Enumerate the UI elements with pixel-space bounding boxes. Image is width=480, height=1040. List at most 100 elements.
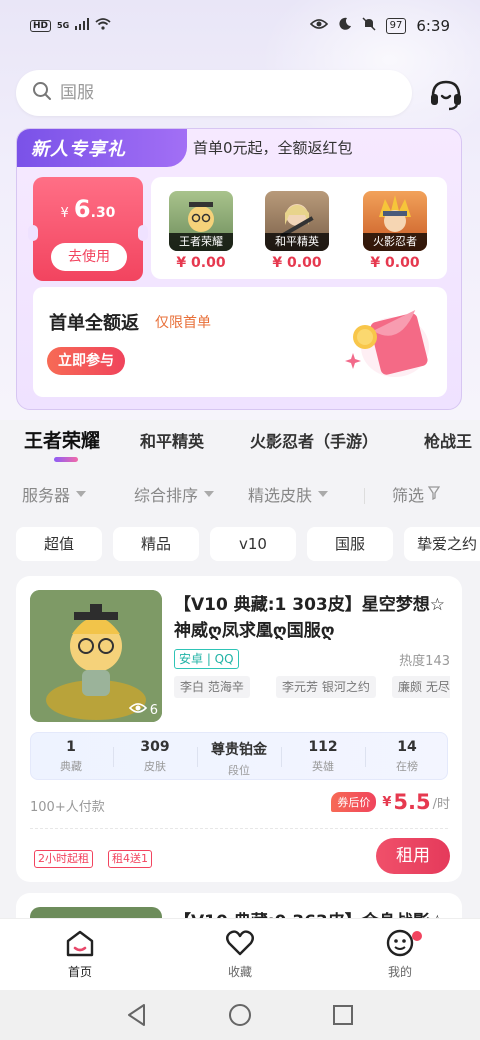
filter-divider (364, 488, 365, 504)
tab-hpjy[interactable]: 和平精英 (140, 428, 204, 452)
game-avatar: 王者荣耀 (169, 191, 233, 251)
nav-home[interactable]: 首页 (40, 929, 120, 980)
recents-icon[interactable] (332, 1004, 354, 1030)
account-listing-card[interactable]: 6 【V10 典藏:1 303皮】星空梦想☆神威ღ凤求凰ღ国服ღ 安卓 | QQ… (16, 576, 462, 882)
game-price: ¥ 0.00 (272, 255, 322, 271)
skin-filter[interactable]: 精选皮肤 (248, 482, 329, 506)
server-filter[interactable]: 服务器 (22, 482, 87, 506)
game-avatar: 火影忍者 (363, 191, 427, 251)
eye-icon (309, 18, 328, 34)
chevron-down-icon (76, 491, 87, 497)
heat-value: 热度143 (399, 654, 450, 669)
price-currency: ¥ (382, 794, 392, 810)
customer-service-button[interactable] (426, 74, 466, 114)
game-tile-wzry[interactable]: 王者荣耀 ¥ 0.00 (169, 191, 233, 271)
hd-indicator: HD (30, 19, 52, 32)
skin-tag: 廉颇 无尽征 (392, 676, 450, 698)
zero-price-games: 王者荣耀 ¥ 0.00 和平精英 ¥ 0.00 火影忍者 ¥ 0.00 (151, 177, 447, 279)
system-navigation-bar (0, 990, 480, 1040)
price-value: 5.5 (393, 790, 431, 814)
full-refund-title: 首单全额返 (49, 313, 139, 334)
stat-divider (113, 747, 114, 767)
heart-icon (225, 930, 255, 961)
chevron-down-icon (204, 491, 215, 497)
full-refund-card[interactable]: 首单全额返 仅限首单 立即参与 (33, 287, 447, 397)
coupon-amount: ¥ 6.30 (60, 195, 116, 223)
tab-qzw[interactable]: 枪战王 (424, 428, 472, 452)
screen-filter[interactable]: 筛选 (392, 482, 441, 506)
bottom-navigation: 首页 收藏 我的 (0, 918, 480, 990)
stat-item: 14 在榜 (396, 739, 418, 773)
rent-tag: 租4送1 (108, 850, 152, 868)
stat-divider (365, 747, 366, 767)
chip-tag[interactable]: 挚爱之约 (404, 527, 480, 561)
coupon-price-badge: 券后价 (331, 792, 377, 812)
back-icon[interactable] (126, 1003, 148, 1031)
listing-thumbnail[interactable]: 6 (30, 590, 162, 722)
sort-filter[interactable]: 综合排序 (134, 482, 215, 506)
promo-tag: 新人专享礼 (17, 129, 187, 167)
skin-tag: 李元芳 银河之约 (276, 676, 376, 698)
stat-divider (197, 747, 198, 767)
stat-item: 尊贵铂金 段位 (211, 742, 267, 777)
stat-divider (281, 747, 282, 767)
nav-favorites[interactable]: 收藏 (200, 929, 280, 980)
skin-tags: 李白 范海辛 李元芳 银河之约 廉颇 无尽征 (174, 676, 450, 700)
notification-dot (412, 931, 422, 941)
nav-profile[interactable]: 我的 (360, 929, 440, 980)
active-tab-indicator (54, 457, 78, 462)
use-coupon-button[interactable]: 去使用 (51, 243, 127, 271)
promo-subtitle: 首单0元起，全额返红包 (193, 139, 353, 157)
game-avatar: 和平精英 (265, 191, 329, 251)
account-stats: 1 典藏 309 皮肤 尊贵铂金 段位 112 英雄 14 在榜 (30, 732, 448, 780)
mute-bell-icon (362, 17, 376, 35)
first-order-note: 仅限首单 (155, 315, 211, 331)
wifi-icon (95, 18, 111, 33)
battery-indicator: 97 (385, 18, 407, 34)
stat-item: 309 皮肤 (140, 739, 170, 773)
game-tile-hyrz[interactable]: 火影忍者 ¥ 0.00 (363, 191, 427, 271)
rent-tag: 2小时起租 (34, 850, 93, 868)
home-circle-icon[interactable] (228, 1003, 252, 1031)
chip-tag[interactable]: v10 (210, 527, 296, 561)
signal-icon (75, 18, 90, 33)
game-price: ¥ 0.00 (176, 255, 226, 271)
search-input[interactable] (60, 83, 360, 103)
skin-tag: 李白 范海辛 (174, 676, 250, 698)
search-bar[interactable] (16, 70, 412, 116)
game-price: ¥ 0.00 (370, 255, 420, 271)
platform-tag: 安卓 | QQ (174, 649, 239, 669)
moon-icon (338, 17, 352, 35)
network-type: 5G (57, 21, 70, 30)
chip-tag[interactable]: 超值 (16, 527, 102, 561)
tab-wzry[interactable]: 王者荣耀 (24, 426, 100, 453)
status-bar: HD 5G 97 6:39 (0, 0, 480, 56)
listing-title: 【V10 典藏:1 303皮】星空梦想☆神威ღ凤求凰ღ国服ღ (174, 595, 446, 641)
paid-count: 100+人付款 (30, 800, 105, 815)
rent-button[interactable]: 租用 (376, 838, 450, 874)
price-unit: /时 (432, 796, 450, 812)
clock: 6:39 (416, 17, 450, 35)
red-envelope-icon (339, 303, 431, 383)
listing-price: 券后价 ¥ 5.5 /时 (331, 790, 450, 814)
newcomer-promo-panel: 新人专享礼 首单0元起，全额返红包 ¥ 6.30 去使用 王者荣耀 ¥ 0.00… (16, 128, 462, 410)
tab-hyrz[interactable]: 火影忍者（手游） (250, 428, 378, 452)
quick-tag-chips: 超值 精品 v10 国服 挚爱之约 (0, 527, 480, 563)
stat-item: 1 典藏 (60, 739, 82, 773)
search-icon (32, 81, 52, 105)
chip-tag[interactable]: 精品 (113, 527, 199, 561)
join-now-button[interactable]: 立即参与 (47, 347, 125, 375)
view-count: 6 (128, 702, 158, 718)
chip-tag[interactable]: 国服 (307, 527, 393, 561)
chevron-down-icon (318, 491, 329, 497)
stat-item: 112 英雄 (308, 739, 338, 773)
headset-icon (426, 80, 466, 118)
filter-bar: 服务器 综合排序 精选皮肤 筛选 (0, 478, 480, 512)
game-tabs: 王者荣耀 和平精英 火影忍者（手游） 枪战王 (0, 420, 480, 470)
home-icon (65, 930, 95, 961)
eye-icon (128, 702, 147, 718)
game-tile-hpjy[interactable]: 和平精英 ¥ 0.00 (265, 191, 329, 271)
coupon-card[interactable]: ¥ 6.30 去使用 (28, 177, 148, 281)
smiley-icon (385, 929, 415, 961)
card-divider (30, 828, 448, 829)
